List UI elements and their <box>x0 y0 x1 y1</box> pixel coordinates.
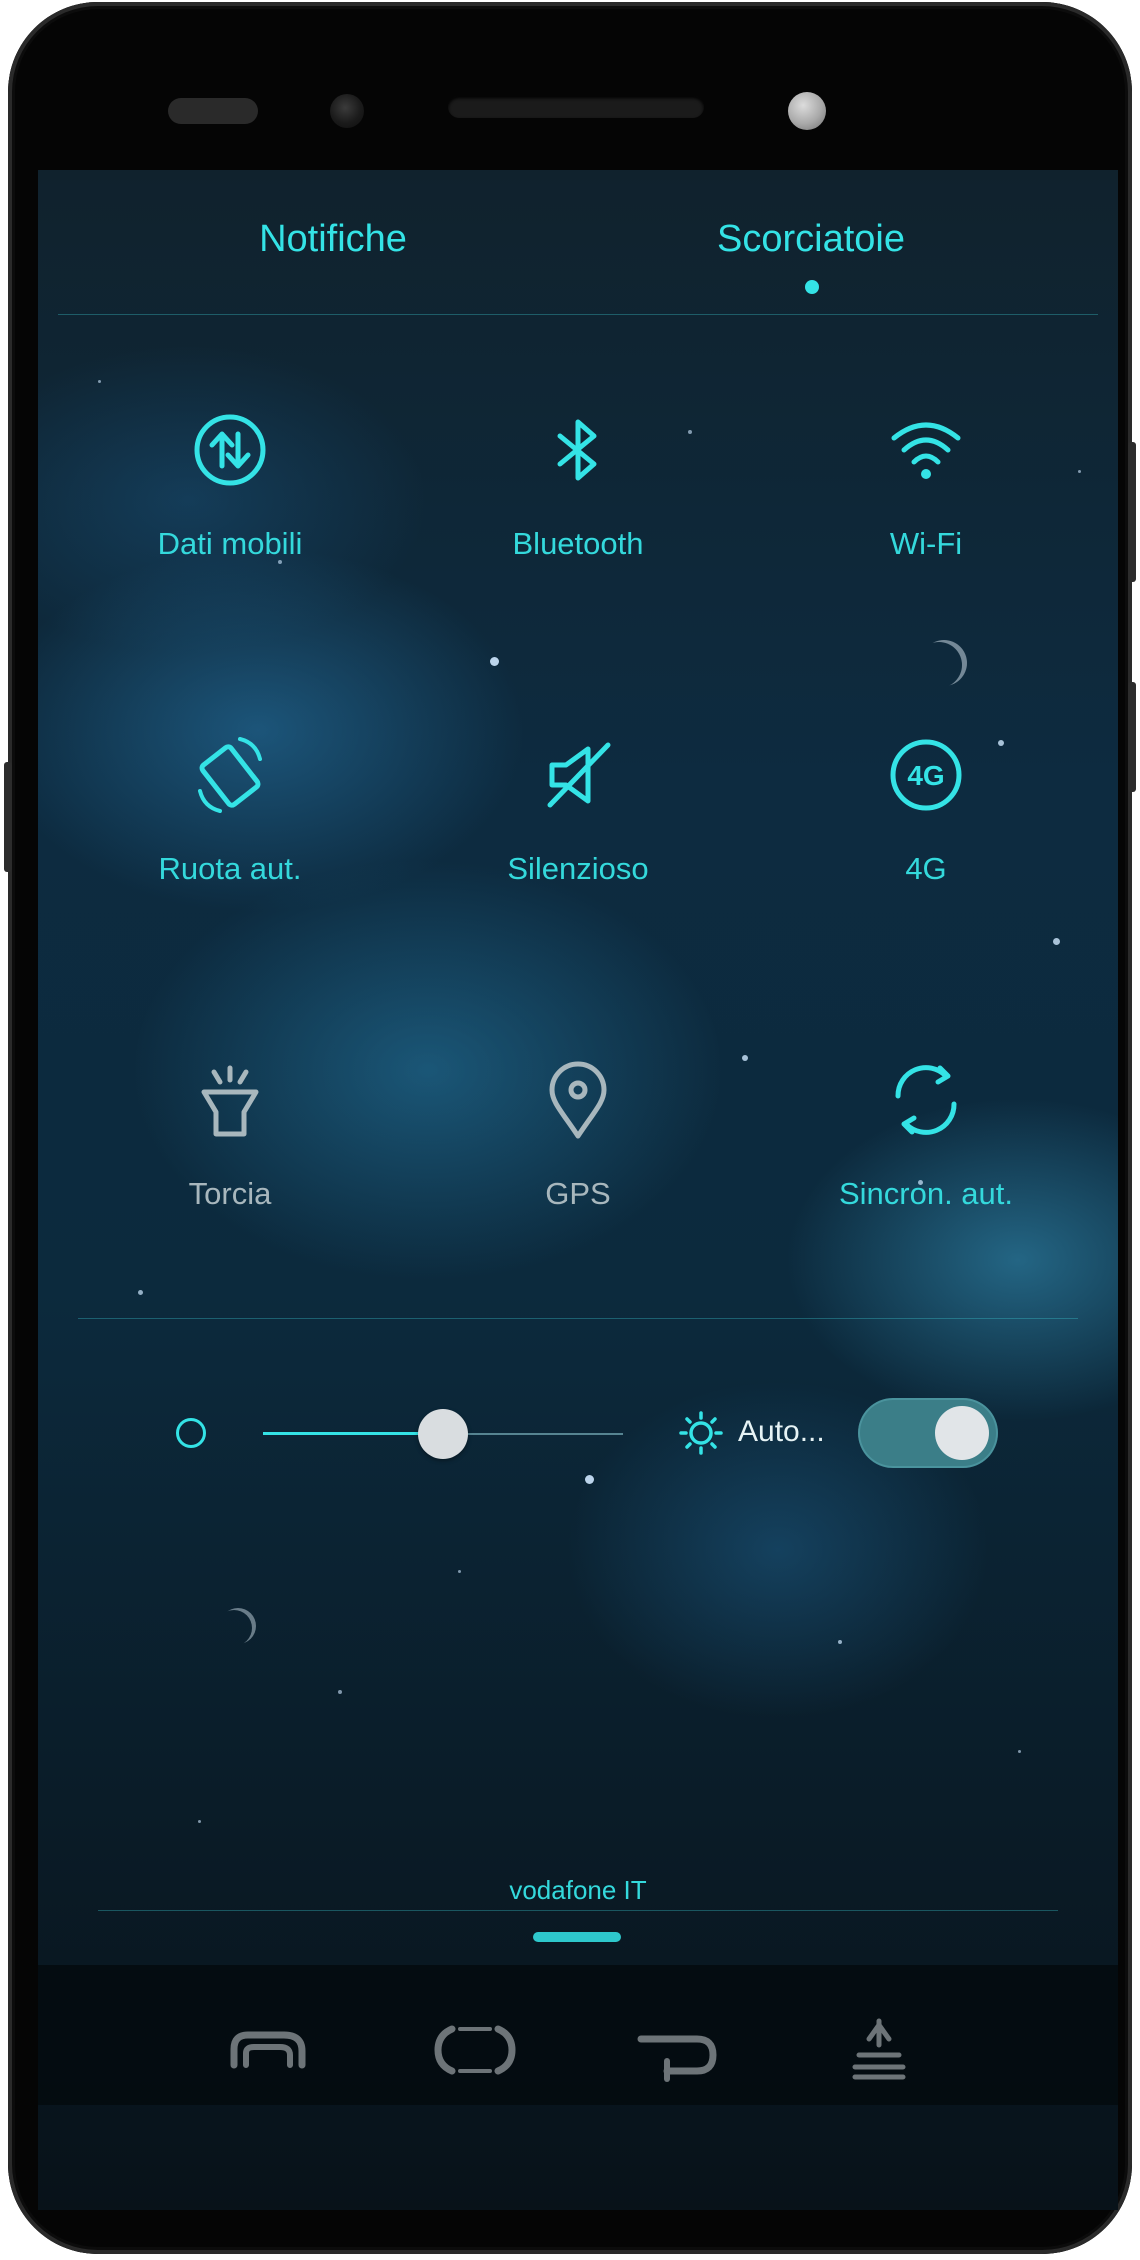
tile-wifi[interactable]: Wi-Fi <box>776 410 1076 670</box>
menu-icon[interactable] <box>226 2015 316 2085</box>
tile-label: Wi-Fi <box>889 526 963 561</box>
4g-icon: 4G <box>890 739 962 811</box>
tile-torcia[interactable]: Torcia <box>80 1060 380 1320</box>
tile-label: Ruota aut. <box>158 851 302 886</box>
tile-dati-mobili[interactable]: Dati mobili <box>80 410 380 670</box>
section-divider <box>78 1318 1078 1319</box>
front-camera <box>330 94 364 128</box>
star <box>838 1640 842 1644</box>
power-button <box>1128 442 1136 582</box>
tile-bluetooth[interactable]: Bluetooth <box>428 410 728 670</box>
tab-notifiche[interactable]: Notifiche <box>153 218 513 261</box>
bluetooth-icon <box>557 419 597 481</box>
mobile-data-icon <box>194 414 266 486</box>
quick-settings-panel: Notifiche Scorciatoie Dati mobili Blueto… <box>38 170 1118 2210</box>
tab-scorciatoie[interactable]: Scorciatoie <box>631 218 991 261</box>
toggle-knob <box>935 1406 989 1460</box>
home-icon[interactable] <box>430 2015 520 2085</box>
silent-icon <box>547 742 611 808</box>
tile-label: Silenzioso <box>507 851 649 886</box>
tile-ruota-aut[interactable]: Ruota aut. <box>80 735 380 995</box>
tile-label: Bluetooth <box>512 526 644 561</box>
bottom-divider <box>98 1910 1058 1911</box>
star <box>1018 1750 1021 1753</box>
planet-decoration <box>216 1610 252 1646</box>
sun-icon <box>679 1411 723 1455</box>
tile-label: 4G <box>905 851 947 886</box>
auto-rotate-icon <box>198 737 262 813</box>
auto-brightness-toggle[interactable] <box>858 1398 998 1468</box>
tile-4g[interactable]: 4G 4G <box>776 735 1076 995</box>
flashlight-icon <box>201 1065 259 1137</box>
carrier-label: vodafone IT <box>509 1875 647 1905</box>
drag-handle[interactable] <box>533 1932 621 1942</box>
side-key <box>1128 682 1136 792</box>
star <box>98 380 101 383</box>
navigation-bar <box>38 1965 1118 2105</box>
auto-brightness-label: Auto... <box>738 1415 825 1448</box>
tile-gps[interactable]: GPS <box>428 1060 728 1320</box>
svg-text:4G: 4G <box>907 760 944 791</box>
speaker-grille <box>168 98 258 124</box>
star <box>458 1570 461 1573</box>
tile-label: Sincron. aut. <box>838 1176 1014 1211</box>
star <box>742 1055 748 1061</box>
tile-label: Dati mobili <box>157 526 303 561</box>
star <box>338 1690 342 1694</box>
tab-divider <box>58 314 1098 315</box>
star <box>198 1820 201 1823</box>
auto-sync-icon <box>895 1065 957 1135</box>
star <box>1078 470 1081 473</box>
brightness-slider-thumb[interactable] <box>418 1409 468 1459</box>
brightness-low-icon <box>176 1418 206 1448</box>
tile-label: Torcia <box>188 1176 272 1211</box>
volume-button <box>4 762 12 872</box>
back-icon[interactable] <box>633 2015 723 2085</box>
gps-icon <box>549 1061 607 1139</box>
active-tab-indicator <box>805 280 819 294</box>
tile-sincron-aut[interactable]: Sincron. aut. <box>776 1060 1076 1320</box>
tile-silenzioso[interactable]: Silenzioso <box>428 735 728 995</box>
tile-label: GPS <box>545 1176 611 1211</box>
star <box>585 1475 594 1484</box>
phone-frame: Notifiche Scorciatoie Dati mobili Blueto… <box>4 2 1136 2254</box>
notification-shade-icon[interactable] <box>833 2015 923 2085</box>
earpiece <box>448 96 704 118</box>
brightness-slider-fill <box>263 1432 443 1435</box>
wifi-icon <box>891 422 961 479</box>
proximity-sensor <box>788 92 826 130</box>
